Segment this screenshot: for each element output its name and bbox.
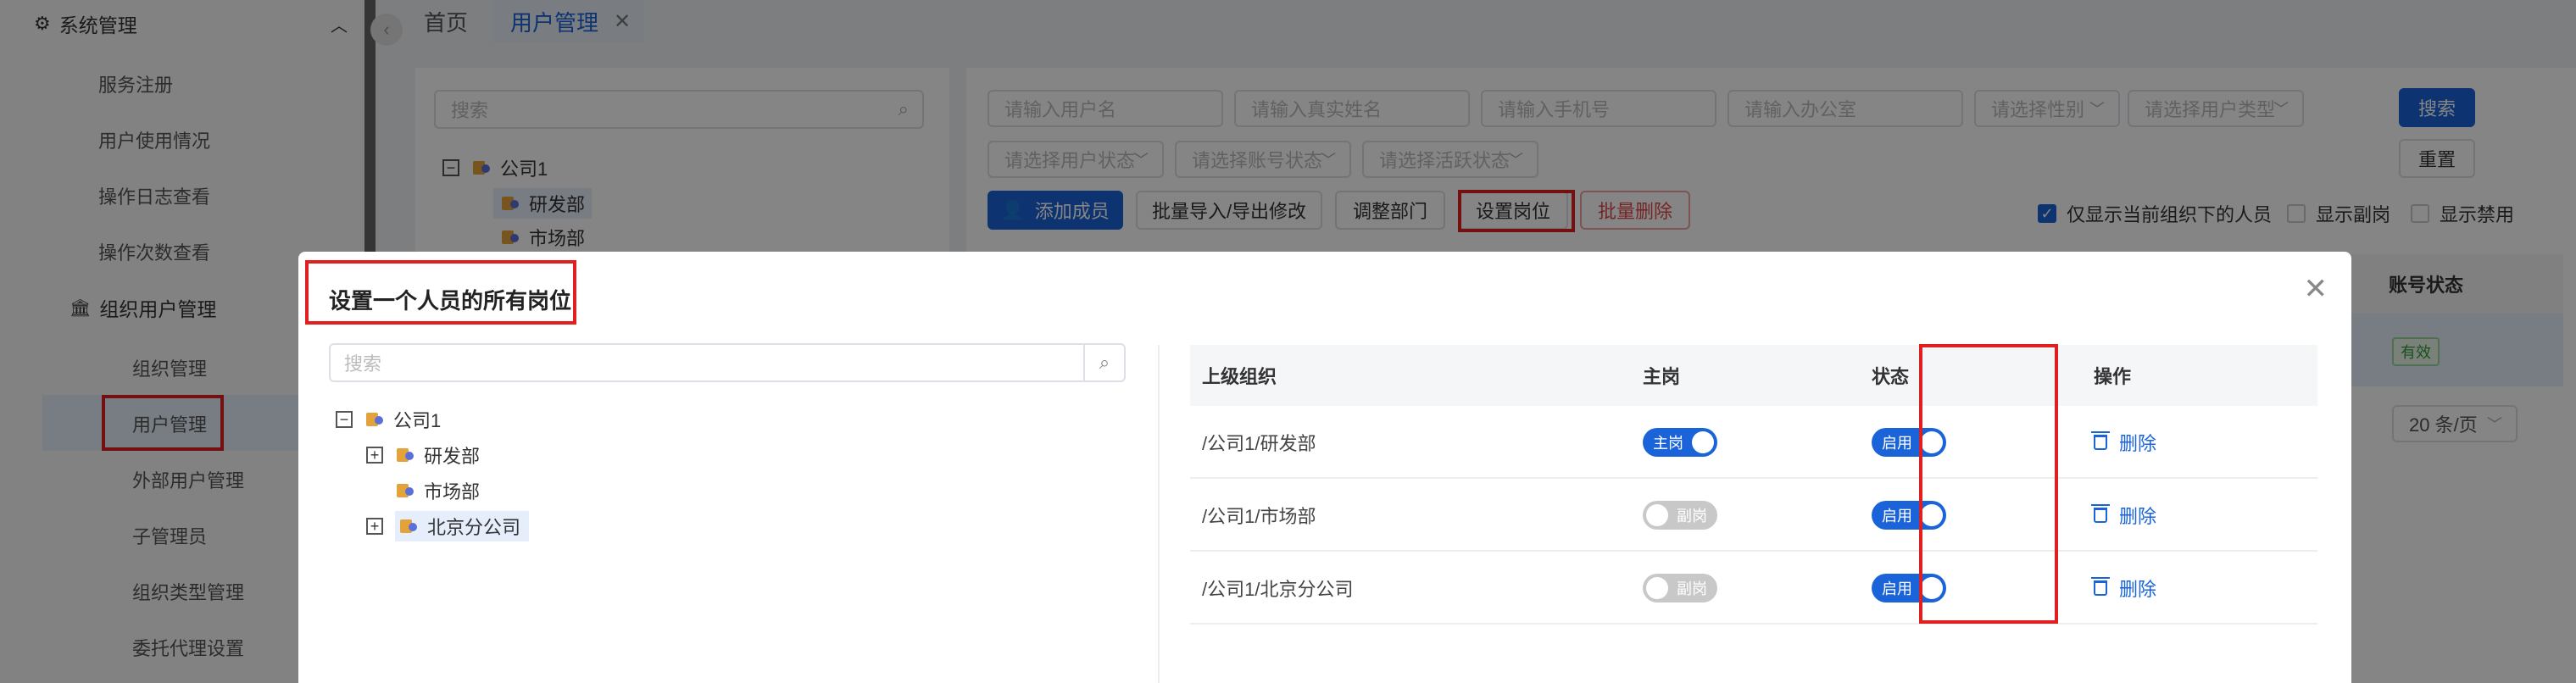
cell-main-post: 副岗 (1643, 552, 1717, 625)
expand-icon[interactable]: + (366, 518, 383, 535)
delete-link[interactable]: 删除 (2091, 575, 2157, 602)
tree-node-rd[interactable]: + 研发部 (366, 440, 480, 470)
table-row: /公司1/研发部 主岗 启用 删除 (1190, 406, 2317, 479)
main-post-switch[interactable]: 副岗 (1643, 574, 1717, 602)
set-positions-dialog: 设置一个人员的所有岗位 ✕ 搜索 ⌕ − 公司1 + 研发部 市场部 + 北京分… (298, 252, 2351, 683)
tree-label: 研发部 (424, 446, 481, 467)
main-post-switch[interactable]: 副岗 (1643, 501, 1717, 530)
tree-label: 公司1 (393, 410, 442, 431)
tree-node-market[interactable]: 市场部 (395, 475, 480, 506)
dialog-divider (1158, 345, 1160, 683)
close-icon[interactable]: ✕ (2304, 272, 2328, 306)
trash-icon (2091, 577, 2110, 596)
org-icon (398, 516, 419, 536)
cell-operation: 删除 (2091, 552, 2157, 625)
tree-label: 北京分公司 (427, 517, 521, 538)
org-icon (364, 409, 385, 430)
trash-icon (2091, 431, 2110, 450)
tree-node-beijing-selected: 北京分公司 (395, 511, 530, 541)
col-status: 状态 (1872, 366, 1910, 387)
table-row: /公司1/北京分公司 副岗 启用 删除 (1190, 552, 2317, 625)
table-row: /公司1/市场部 副岗 启用 删除 (1190, 479, 2317, 552)
search-icon[interactable]: ⌕ (1083, 345, 1124, 380)
tree-label: 市场部 (424, 481, 481, 503)
highlight-box-main-post-column (1919, 344, 2058, 624)
cell-operation: 删除 (2091, 479, 2157, 552)
link-label: 删除 (2119, 579, 2157, 600)
col-parent-org: 上级组织 (1202, 366, 1277, 387)
col-main-post: 主岗 (1643, 366, 1681, 387)
cell-org: /公司1/北京分公司 (1202, 579, 1354, 600)
cell-operation: 删除 (2091, 406, 2157, 479)
delete-link[interactable]: 删除 (2091, 502, 2157, 529)
link-label: 删除 (2119, 506, 2157, 527)
table-header: 上级组织 主岗 状态 操作 (1190, 345, 2317, 406)
trash-icon (2091, 504, 2110, 523)
dialog-tree-search-input[interactable]: 搜索 ⌕ (329, 343, 1126, 382)
cell-org: /公司1/研发部 (1202, 433, 1316, 454)
col-operation: 操作 (2094, 366, 2132, 387)
org-icon (395, 445, 415, 465)
cell-org: /公司1/市场部 (1202, 506, 1316, 527)
expand-icon[interactable]: + (366, 447, 383, 464)
tree-node-beijing[interactable]: + 北京分公司 (366, 511, 530, 541)
link-label: 删除 (2119, 433, 2157, 454)
cell-main-post: 主岗 (1643, 406, 1717, 479)
delete-link[interactable]: 删除 (2091, 429, 2157, 456)
org-icon (395, 480, 415, 501)
cell-main-post: 副岗 (1643, 479, 1717, 552)
main-post-switch[interactable]: 主岗 (1643, 428, 1717, 457)
placeholder: 搜索 (344, 353, 382, 375)
highlight-box-dialog-title (305, 260, 576, 325)
tree-node-root[interactable]: − 公司1 (336, 404, 441, 435)
collapse-icon[interactable]: − (336, 411, 353, 428)
